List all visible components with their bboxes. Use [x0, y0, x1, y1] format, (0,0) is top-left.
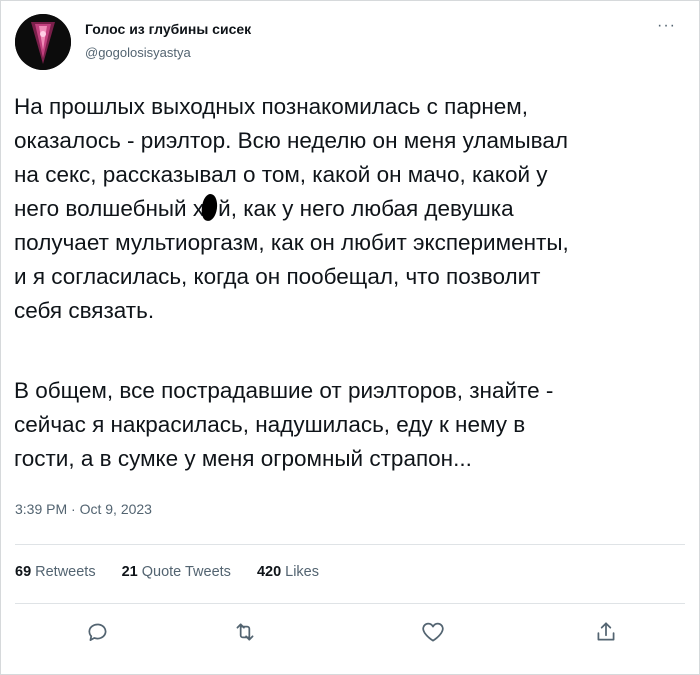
- like-icon: [422, 622, 444, 642]
- likes-stat[interactable]: 420 Likes: [257, 564, 319, 580]
- display-name[interactable]: Голос из глубины сисек: [85, 21, 251, 37]
- tweet-line-part: него волшебный х: [14, 196, 205, 221]
- tweet-text-paragraph-1: На прошлых выходных познакомилась с парн…: [14, 90, 694, 328]
- avatar[interactable]: [15, 14, 71, 70]
- timestamp[interactable]: 3:39 PM · Oct 9, 2023: [15, 501, 152, 517]
- tweet-line: На прошлых выходных познакомилась с парн…: [14, 94, 529, 119]
- tweet-line: на секс, рассказывал о том, какой он мач…: [14, 162, 548, 187]
- like-button[interactable]: [418, 617, 448, 647]
- tweet-line-censored: него волшебный х й, как у него любая деву…: [14, 192, 694, 226]
- divider: [15, 544, 685, 545]
- engagement-stats: 69 Retweets 21 Quote Tweets 420 Likes: [15, 564, 319, 580]
- tweet-text-paragraph-2: В общем, все пострадавшие от риэлторов, …: [14, 374, 694, 476]
- reply-button[interactable]: [83, 617, 113, 647]
- quotes-count: 21: [121, 564, 138, 580]
- tweet-line: В общем, все пострадавшие от риэлторов, …: [14, 378, 554, 403]
- tweet-line: сейчас я накрасилась, надушилась, еду к …: [14, 412, 526, 437]
- tweet-line: гости, а в сумке у меня огромный страпон…: [14, 446, 472, 471]
- divider: [15, 603, 685, 604]
- reply-icon: [88, 623, 107, 641]
- user-handle[interactable]: @gogolosisyastya: [85, 45, 191, 60]
- share-icon: [597, 622, 615, 641]
- tweet-line-part: й, как у него любая девушка: [218, 196, 514, 221]
- tweet-line: оказалось - риэлтор. Всю неделю он меня …: [14, 128, 568, 153]
- retweets-stat[interactable]: 69 Retweets: [15, 564, 96, 580]
- tweet-line: себя связать.: [14, 298, 155, 323]
- retweet-button[interactable]: [230, 617, 260, 647]
- more-icon[interactable]: ···: [657, 18, 679, 34]
- action-bar: [1, 617, 700, 651]
- share-button[interactable]: [591, 617, 621, 647]
- retweets-label: Retweets: [35, 564, 96, 580]
- tweet-line: и я согласилась, когда он пообещал, что …: [14, 264, 541, 289]
- tweet-card: Голос из глубины сисек @gogolosisyastya …: [0, 0, 700, 675]
- likes-count: 420: [256, 564, 282, 580]
- quote-tweets-stat[interactable]: 21 Quote Tweets: [122, 564, 231, 580]
- quotes-label: Quote Tweets: [141, 564, 231, 580]
- tweet-line: получает мультиоргазм, как он любит эксп…: [14, 230, 569, 255]
- likes-label: Likes: [285, 564, 319, 580]
- retweets-count: 69: [15, 564, 32, 580]
- retweet-icon: [236, 623, 254, 641]
